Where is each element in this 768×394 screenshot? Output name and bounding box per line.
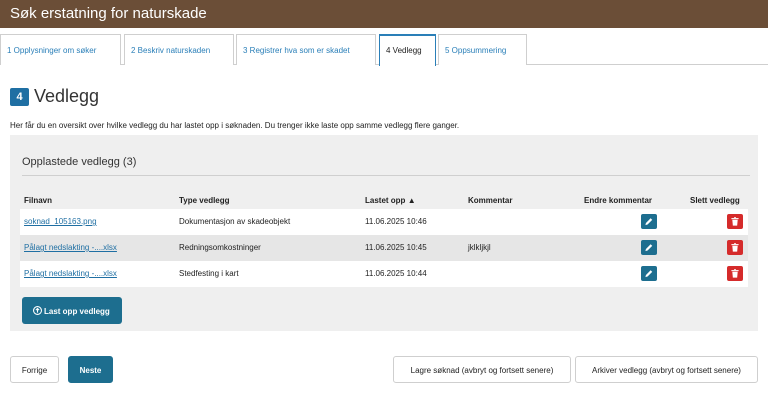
tab-vedlegg[interactable]: 4 Vedlegg [379, 34, 436, 66]
uploaded-time: 11.06.2025 10:44 [365, 269, 427, 278]
next-button[interactable]: Neste [68, 356, 113, 383]
upload-attachment-button[interactable]: Last opp vedlegg [22, 297, 122, 324]
tab-registrer-skadet[interactable]: 3 Registrer hva som er skadet [236, 34, 376, 65]
pencil-icon [645, 244, 653, 252]
step-tabs: 1 Opplysninger om søker 2 Beskriv naturs… [0, 34, 768, 66]
table-row: soknad_105163.png Dokumentasjon av skade… [20, 209, 748, 235]
delete-attachment-button[interactable] [727, 214, 743, 229]
app-title: Søk erstatning for naturskade [10, 5, 207, 22]
attachments-panel: Opplastede vedlegg (3) Filnavn Type vedl… [10, 135, 758, 331]
step-number-badge: 4 [10, 88, 29, 106]
attachment-type: Stedfesting i kart [179, 269, 239, 278]
sort-up-icon: ▲ [407, 196, 416, 205]
delete-attachment-button[interactable] [727, 240, 743, 255]
pencil-icon [645, 270, 653, 278]
column-header-delete: Slett vedlegg [690, 196, 740, 205]
table-row: Pålagt nedslakting -....xlsx Stedfesting… [20, 261, 748, 287]
tab-oppsummering[interactable]: 5 Oppsummering [438, 34, 527, 65]
uploaded-time: 11.06.2025 10:46 [365, 217, 427, 226]
file-link[interactable]: soknad_105163.png [24, 217, 97, 226]
trash-icon [731, 243, 739, 252]
column-header-comment: Kommentar [468, 196, 513, 205]
divider [22, 175, 750, 176]
pencil-icon [645, 218, 653, 226]
app-header: Søk erstatning for naturskade [0, 0, 768, 28]
table-row: Pålagt nedslakting -....xlsx Redningsomk… [20, 235, 748, 261]
archive-attachments-button[interactable]: Arkiver vedlegg (avbryt og fortsett sene… [575, 356, 758, 383]
attachment-type: Redningsomkostninger [179, 243, 261, 252]
upload-attachment-label: Last opp vedlegg [44, 307, 110, 316]
upload-icon [33, 306, 42, 315]
panel-title: Opplastede vedlegg (3) [22, 156, 137, 168]
save-application-button[interactable]: Lagre søknad (avbryt og fortsett senere) [393, 356, 571, 383]
column-header-edit-comment: Endre kommentar [584, 196, 653, 205]
column-header-filename: Filnavn [24, 196, 53, 205]
delete-attachment-button[interactable] [727, 266, 743, 281]
page-title: Vedlegg [34, 86, 100, 106]
column-header-type: Type vedlegg [179, 196, 230, 205]
comment-text: jklkljkjl [468, 243, 491, 252]
edit-comment-button[interactable] [641, 266, 657, 281]
trash-icon [731, 217, 739, 226]
trash-icon [731, 269, 739, 278]
previous-button[interactable]: Forrige [10, 356, 59, 383]
column-header-uploaded[interactable]: Lastet opp ▲ [365, 196, 416, 205]
tab-opplysninger-om-soker[interactable]: 1 Opplysninger om søker [0, 34, 121, 65]
intro-text: Her får du en oversikt over hvilke vedle… [10, 121, 460, 130]
file-link[interactable]: Pålagt nedslakting -....xlsx [24, 243, 117, 252]
edit-comment-button[interactable] [641, 240, 657, 255]
uploaded-time: 11.06.2025 10:45 [365, 243, 427, 252]
attachment-type: Dokumentasjon av skadeobjekt [179, 217, 291, 226]
edit-comment-button[interactable] [641, 214, 657, 229]
file-link[interactable]: Pålagt nedslakting -....xlsx [24, 269, 117, 278]
tab-beskriv-naturskaden[interactable]: 2 Beskriv naturskaden [124, 34, 234, 65]
column-header-uploaded-label: Lastet opp [365, 196, 406, 205]
